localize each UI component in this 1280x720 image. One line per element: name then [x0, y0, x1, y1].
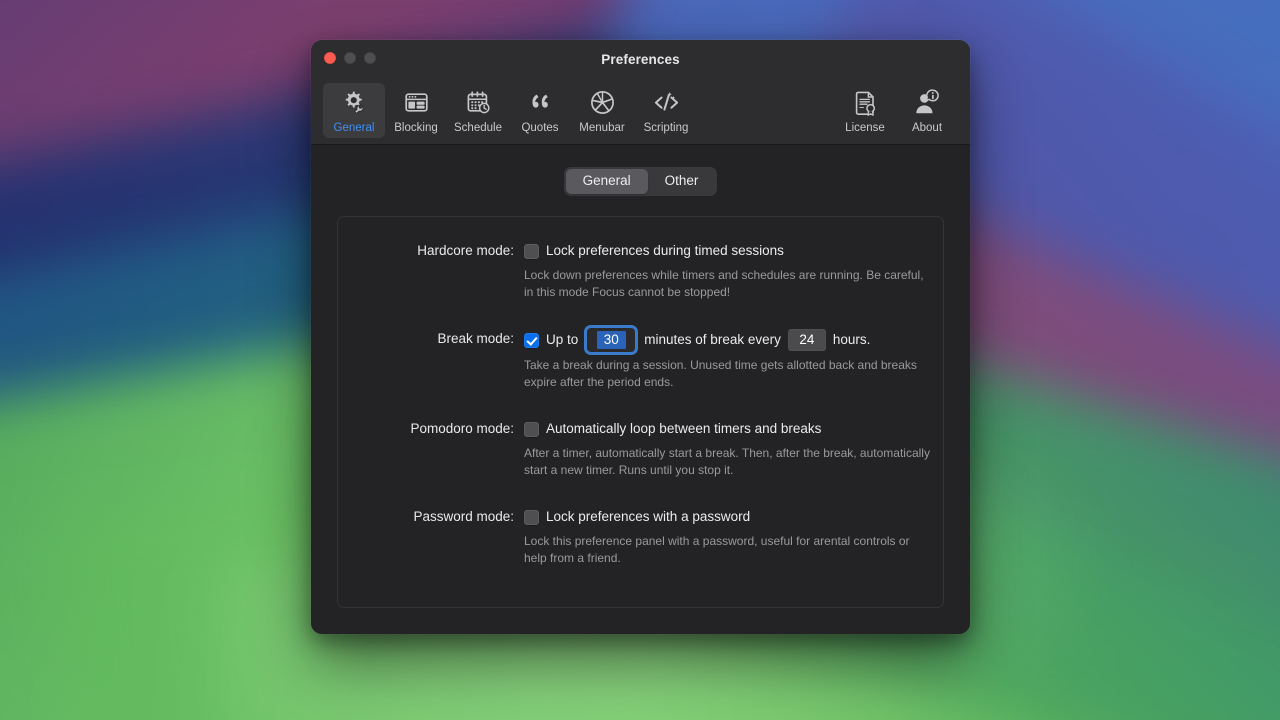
setting-row-password: Password mode: Lock preferences with a p…: [338, 507, 943, 567]
person-info-icon: [912, 88, 942, 118]
segmented-control: General Other: [563, 167, 718, 197]
password-mode-hint: Lock this preference panel with a passwo…: [524, 534, 910, 566]
password-checkbox-label: Lock preferences with a password: [546, 509, 751, 525]
preferences-content: General Other Hardcore mode: Lock prefer…: [311, 145, 970, 634]
toolbar-item-label: License: [845, 121, 885, 134]
toolbar-item-general[interactable]: General: [323, 82, 385, 138]
toolbar-item-label: About: [911, 121, 943, 134]
toolbar-item-label: Schedule: [454, 121, 502, 134]
setting-row-hardcore: Hardcore mode: Lock preferences during t…: [338, 241, 943, 301]
break-text-before: Up to: [546, 332, 579, 348]
tab-other[interactable]: Other: [648, 169, 716, 194]
toolbar-item-scripting[interactable]: Scripting: [633, 83, 699, 139]
toolbar-item-about[interactable]: About: [896, 83, 958, 139]
settings-panel: Hardcore mode: Lock preferences during t…: [337, 216, 944, 608]
break-text-after: hours.: [832, 332, 871, 348]
gear-wrench-icon: [339, 88, 369, 118]
code-sparkle-icon: [651, 88, 681, 118]
break-text-middle: minutes of break every: [644, 332, 781, 348]
toolbar-item-label: Menubar: [579, 121, 625, 134]
toolbar-item-schedule[interactable]: Schedule: [447, 83, 509, 139]
setting-row-break: Break mode: Up to 30 minutes of break ev…: [338, 329, 943, 391]
hardcore-mode-body: Lock preferences during timed sessions L…: [524, 241, 943, 301]
break-minutes-input[interactable]: 30: [588, 329, 635, 352]
toolbar-item-label: General: [333, 121, 375, 134]
calendar-clock-icon: [463, 88, 493, 118]
password-mode-label: Password mode:: [413, 509, 514, 525]
setting-row-pomodoro: Pomodoro mode: Automatically loop betwee…: [338, 419, 943, 479]
toolbar-item-blocking[interactable]: Blocking: [385, 83, 447, 139]
toolbar-item-quotes[interactable]: Quotes: [509, 83, 571, 139]
break-check-line: Up to 30 minutes of break every 24 hours…: [524, 329, 933, 352]
password-mode-body: Lock preferences with a password Lock th…: [524, 507, 943, 567]
pomodoro-mode-body: Automatically loop between timers and br…: [524, 419, 943, 479]
aperture-icon: [587, 88, 617, 118]
titlebar-toolbar-region: Preferences General Blocking Schedule Qu…: [311, 40, 970, 145]
hardcore-mode-label: Hardcore mode:: [417, 243, 514, 259]
pomodoro-check-line: Automatically loop between timers and br…: [524, 419, 933, 439]
break-minutes-value: 30: [596, 331, 626, 350]
certificate-icon: [850, 88, 880, 118]
pomodoro-mode-hint: After a timer, automatically start a bre…: [524, 446, 930, 478]
break-hours-input[interactable]: 24: [787, 329, 826, 352]
toolbar-item-label: Scripting: [643, 121, 689, 134]
toolbar-item-menubar[interactable]: Menubar: [571, 83, 633, 139]
titlebar: Preferences: [311, 40, 970, 78]
window-title: Preferences: [601, 51, 680, 67]
maximize-button[interactable]: [364, 52, 376, 64]
window-layout-icon: [401, 88, 431, 118]
toolbar: General Blocking Schedule Quotes Menubar…: [311, 78, 970, 144]
break-mode-hint: Take a break during a session. Unused ti…: [524, 358, 917, 390]
hardcore-checkbox-label: Lock preferences during timed sessions: [546, 243, 784, 259]
traffic-light-buttons: [324, 52, 376, 64]
password-mode-checkbox[interactable]: [524, 509, 539, 525]
break-mode-checkbox[interactable]: [524, 332, 539, 348]
tab-general[interactable]: General: [565, 169, 648, 195]
toolbar-item-label: Blocking: [394, 121, 438, 134]
quote-marks-icon: [525, 88, 555, 118]
break-mode-body: Up to 30 minutes of break every 24 hours…: [524, 329, 943, 391]
pomodoro-mode-label: Pomodoro mode:: [410, 421, 514, 437]
break-mode-label: Break mode:: [437, 331, 514, 347]
minimize-button[interactable]: [344, 52, 356, 64]
pomodoro-checkbox-label: Automatically loop between timers and br…: [546, 421, 822, 437]
password-check-line: Lock preferences with a password: [524, 507, 933, 527]
preferences-window: Preferences General Blocking Schedule Qu…: [311, 40, 970, 634]
close-button[interactable]: [324, 52, 336, 64]
pomodoro-mode-checkbox[interactable]: [524, 421, 539, 437]
toolbar-item-license[interactable]: License: [834, 83, 896, 139]
hardcore-mode-checkbox[interactable]: [524, 243, 539, 259]
hardcore-mode-hint: Lock down preferences while timers and s…: [524, 268, 924, 300]
hardcore-check-line: Lock preferences during timed sessions: [524, 241, 933, 261]
toolbar-item-label: Quotes: [521, 121, 559, 134]
